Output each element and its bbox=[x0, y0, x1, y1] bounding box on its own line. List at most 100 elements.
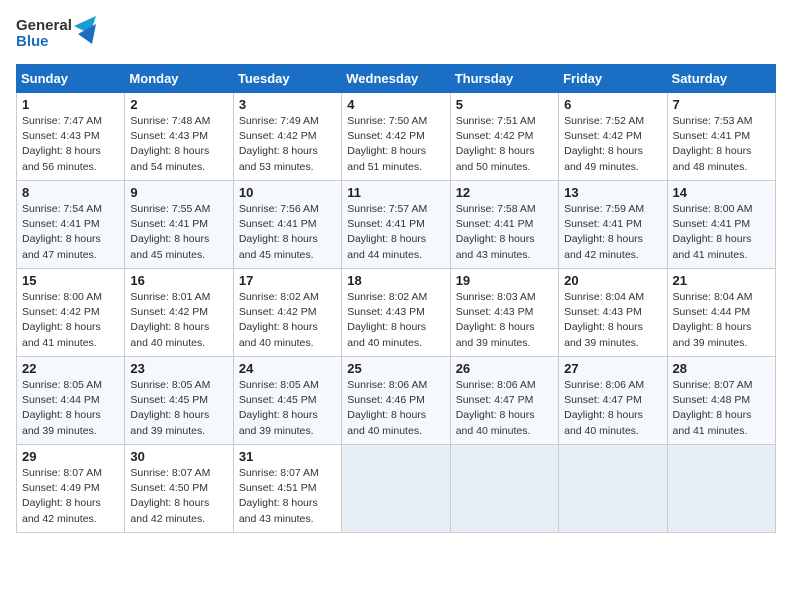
day-info: Sunrise: 8:06 AM Sunset: 4:47 PM Dayligh… bbox=[456, 378, 553, 439]
calendar-cell: 2 Sunrise: 7:48 AM Sunset: 4:43 PM Dayli… bbox=[125, 93, 233, 181]
day-info: Sunrise: 8:04 AM Sunset: 4:43 PM Dayligh… bbox=[564, 290, 661, 351]
calendar-cell: 8 Sunrise: 7:54 AM Sunset: 4:41 PM Dayli… bbox=[17, 181, 125, 269]
day-info: Sunrise: 8:00 AM Sunset: 4:42 PM Dayligh… bbox=[22, 290, 119, 351]
calendar-cell: 13 Sunrise: 7:59 AM Sunset: 4:41 PM Dayl… bbox=[559, 181, 667, 269]
logo-blue: Blue bbox=[16, 34, 72, 51]
logo: General Blue bbox=[16, 16, 96, 52]
day-info: Sunrise: 8:02 AM Sunset: 4:43 PM Dayligh… bbox=[347, 290, 444, 351]
col-header-thursday: Thursday bbox=[450, 65, 558, 93]
day-number: 4 bbox=[347, 97, 444, 112]
day-info: Sunrise: 8:07 AM Sunset: 4:49 PM Dayligh… bbox=[22, 466, 119, 527]
day-number: 27 bbox=[564, 361, 661, 376]
day-number: 13 bbox=[564, 185, 661, 200]
day-number: 7 bbox=[673, 97, 770, 112]
calendar-cell: 24 Sunrise: 8:05 AM Sunset: 4:45 PM Dayl… bbox=[233, 357, 341, 445]
calendar-cell: 9 Sunrise: 7:55 AM Sunset: 4:41 PM Dayli… bbox=[125, 181, 233, 269]
calendar-cell: 14 Sunrise: 8:00 AM Sunset: 4:41 PM Dayl… bbox=[667, 181, 775, 269]
calendar-cell: 5 Sunrise: 7:51 AM Sunset: 4:42 PM Dayli… bbox=[450, 93, 558, 181]
day-number: 24 bbox=[239, 361, 336, 376]
day-info: Sunrise: 8:00 AM Sunset: 4:41 PM Dayligh… bbox=[673, 202, 770, 263]
week-row-3: 15 Sunrise: 8:00 AM Sunset: 4:42 PM Dayl… bbox=[17, 269, 776, 357]
logo-bird-icon bbox=[74, 16, 96, 52]
day-number: 1 bbox=[22, 97, 119, 112]
calendar-cell: 1 Sunrise: 7:47 AM Sunset: 4:43 PM Dayli… bbox=[17, 93, 125, 181]
calendar-cell: 17 Sunrise: 8:02 AM Sunset: 4:42 PM Dayl… bbox=[233, 269, 341, 357]
day-number: 14 bbox=[673, 185, 770, 200]
calendar-cell: 22 Sunrise: 8:05 AM Sunset: 4:44 PM Dayl… bbox=[17, 357, 125, 445]
day-info: Sunrise: 8:07 AM Sunset: 4:51 PM Dayligh… bbox=[239, 466, 336, 527]
calendar-cell: 25 Sunrise: 8:06 AM Sunset: 4:46 PM Dayl… bbox=[342, 357, 450, 445]
calendar-cell: 16 Sunrise: 8:01 AM Sunset: 4:42 PM Dayl… bbox=[125, 269, 233, 357]
day-number: 5 bbox=[456, 97, 553, 112]
day-info: Sunrise: 7:59 AM Sunset: 4:41 PM Dayligh… bbox=[564, 202, 661, 263]
logo-graphic: General Blue bbox=[16, 16, 96, 52]
day-number: 26 bbox=[456, 361, 553, 376]
day-number: 9 bbox=[130, 185, 227, 200]
col-header-sunday: Sunday bbox=[17, 65, 125, 93]
day-number: 16 bbox=[130, 273, 227, 288]
week-row-5: 29 Sunrise: 8:07 AM Sunset: 4:49 PM Dayl… bbox=[17, 445, 776, 533]
day-info: Sunrise: 7:52 AM Sunset: 4:42 PM Dayligh… bbox=[564, 114, 661, 175]
day-number: 23 bbox=[130, 361, 227, 376]
day-number: 12 bbox=[456, 185, 553, 200]
col-header-saturday: Saturday bbox=[667, 65, 775, 93]
calendar-cell: 15 Sunrise: 8:00 AM Sunset: 4:42 PM Dayl… bbox=[17, 269, 125, 357]
calendar-cell bbox=[342, 445, 450, 533]
day-number: 25 bbox=[347, 361, 444, 376]
calendar-header-row: SundayMondayTuesdayWednesdayThursdayFrid… bbox=[17, 65, 776, 93]
day-info: Sunrise: 7:58 AM Sunset: 4:41 PM Dayligh… bbox=[456, 202, 553, 263]
calendar-cell: 11 Sunrise: 7:57 AM Sunset: 4:41 PM Dayl… bbox=[342, 181, 450, 269]
calendar-cell: 26 Sunrise: 8:06 AM Sunset: 4:47 PM Dayl… bbox=[450, 357, 558, 445]
col-header-monday: Monday bbox=[125, 65, 233, 93]
day-number: 3 bbox=[239, 97, 336, 112]
day-number: 31 bbox=[239, 449, 336, 464]
day-number: 15 bbox=[22, 273, 119, 288]
calendar-cell: 10 Sunrise: 7:56 AM Sunset: 4:41 PM Dayl… bbox=[233, 181, 341, 269]
day-number: 28 bbox=[673, 361, 770, 376]
day-info: Sunrise: 8:07 AM Sunset: 4:50 PM Dayligh… bbox=[130, 466, 227, 527]
day-number: 22 bbox=[22, 361, 119, 376]
day-info: Sunrise: 8:05 AM Sunset: 4:45 PM Dayligh… bbox=[130, 378, 227, 439]
calendar-cell bbox=[559, 445, 667, 533]
calendar-cell bbox=[450, 445, 558, 533]
day-number: 10 bbox=[239, 185, 336, 200]
day-info: Sunrise: 7:57 AM Sunset: 4:41 PM Dayligh… bbox=[347, 202, 444, 263]
day-info: Sunrise: 7:48 AM Sunset: 4:43 PM Dayligh… bbox=[130, 114, 227, 175]
day-number: 18 bbox=[347, 273, 444, 288]
day-info: Sunrise: 7:50 AM Sunset: 4:42 PM Dayligh… bbox=[347, 114, 444, 175]
day-number: 29 bbox=[22, 449, 119, 464]
day-info: Sunrise: 7:54 AM Sunset: 4:41 PM Dayligh… bbox=[22, 202, 119, 263]
calendar-cell: 31 Sunrise: 8:07 AM Sunset: 4:51 PM Dayl… bbox=[233, 445, 341, 533]
day-info: Sunrise: 8:06 AM Sunset: 4:46 PM Dayligh… bbox=[347, 378, 444, 439]
day-number: 19 bbox=[456, 273, 553, 288]
day-number: 6 bbox=[564, 97, 661, 112]
day-info: Sunrise: 7:51 AM Sunset: 4:42 PM Dayligh… bbox=[456, 114, 553, 175]
day-number: 11 bbox=[347, 185, 444, 200]
calendar-cell: 23 Sunrise: 8:05 AM Sunset: 4:45 PM Dayl… bbox=[125, 357, 233, 445]
day-info: Sunrise: 7:55 AM Sunset: 4:41 PM Dayligh… bbox=[130, 202, 227, 263]
week-row-1: 1 Sunrise: 7:47 AM Sunset: 4:43 PM Dayli… bbox=[17, 93, 776, 181]
week-row-4: 22 Sunrise: 8:05 AM Sunset: 4:44 PM Dayl… bbox=[17, 357, 776, 445]
page-header: General Blue bbox=[16, 16, 776, 52]
calendar-cell: 4 Sunrise: 7:50 AM Sunset: 4:42 PM Dayli… bbox=[342, 93, 450, 181]
calendar-cell: 12 Sunrise: 7:58 AM Sunset: 4:41 PM Dayl… bbox=[450, 181, 558, 269]
day-info: Sunrise: 8:06 AM Sunset: 4:47 PM Dayligh… bbox=[564, 378, 661, 439]
day-number: 20 bbox=[564, 273, 661, 288]
day-number: 8 bbox=[22, 185, 119, 200]
week-row-2: 8 Sunrise: 7:54 AM Sunset: 4:41 PM Dayli… bbox=[17, 181, 776, 269]
day-number: 2 bbox=[130, 97, 227, 112]
col-header-wednesday: Wednesday bbox=[342, 65, 450, 93]
calendar-cell: 6 Sunrise: 7:52 AM Sunset: 4:42 PM Dayli… bbox=[559, 93, 667, 181]
col-header-friday: Friday bbox=[559, 65, 667, 93]
col-header-tuesday: Tuesday bbox=[233, 65, 341, 93]
day-info: Sunrise: 7:49 AM Sunset: 4:42 PM Dayligh… bbox=[239, 114, 336, 175]
day-info: Sunrise: 8:04 AM Sunset: 4:44 PM Dayligh… bbox=[673, 290, 770, 351]
logo-general: General bbox=[16, 18, 72, 35]
day-info: Sunrise: 8:05 AM Sunset: 4:45 PM Dayligh… bbox=[239, 378, 336, 439]
day-info: Sunrise: 8:01 AM Sunset: 4:42 PM Dayligh… bbox=[130, 290, 227, 351]
calendar-cell: 18 Sunrise: 8:02 AM Sunset: 4:43 PM Dayl… bbox=[342, 269, 450, 357]
day-info: Sunrise: 8:02 AM Sunset: 4:42 PM Dayligh… bbox=[239, 290, 336, 351]
calendar-cell: 21 Sunrise: 8:04 AM Sunset: 4:44 PM Dayl… bbox=[667, 269, 775, 357]
day-info: Sunrise: 8:03 AM Sunset: 4:43 PM Dayligh… bbox=[456, 290, 553, 351]
calendar-cell: 7 Sunrise: 7:53 AM Sunset: 4:41 PM Dayli… bbox=[667, 93, 775, 181]
